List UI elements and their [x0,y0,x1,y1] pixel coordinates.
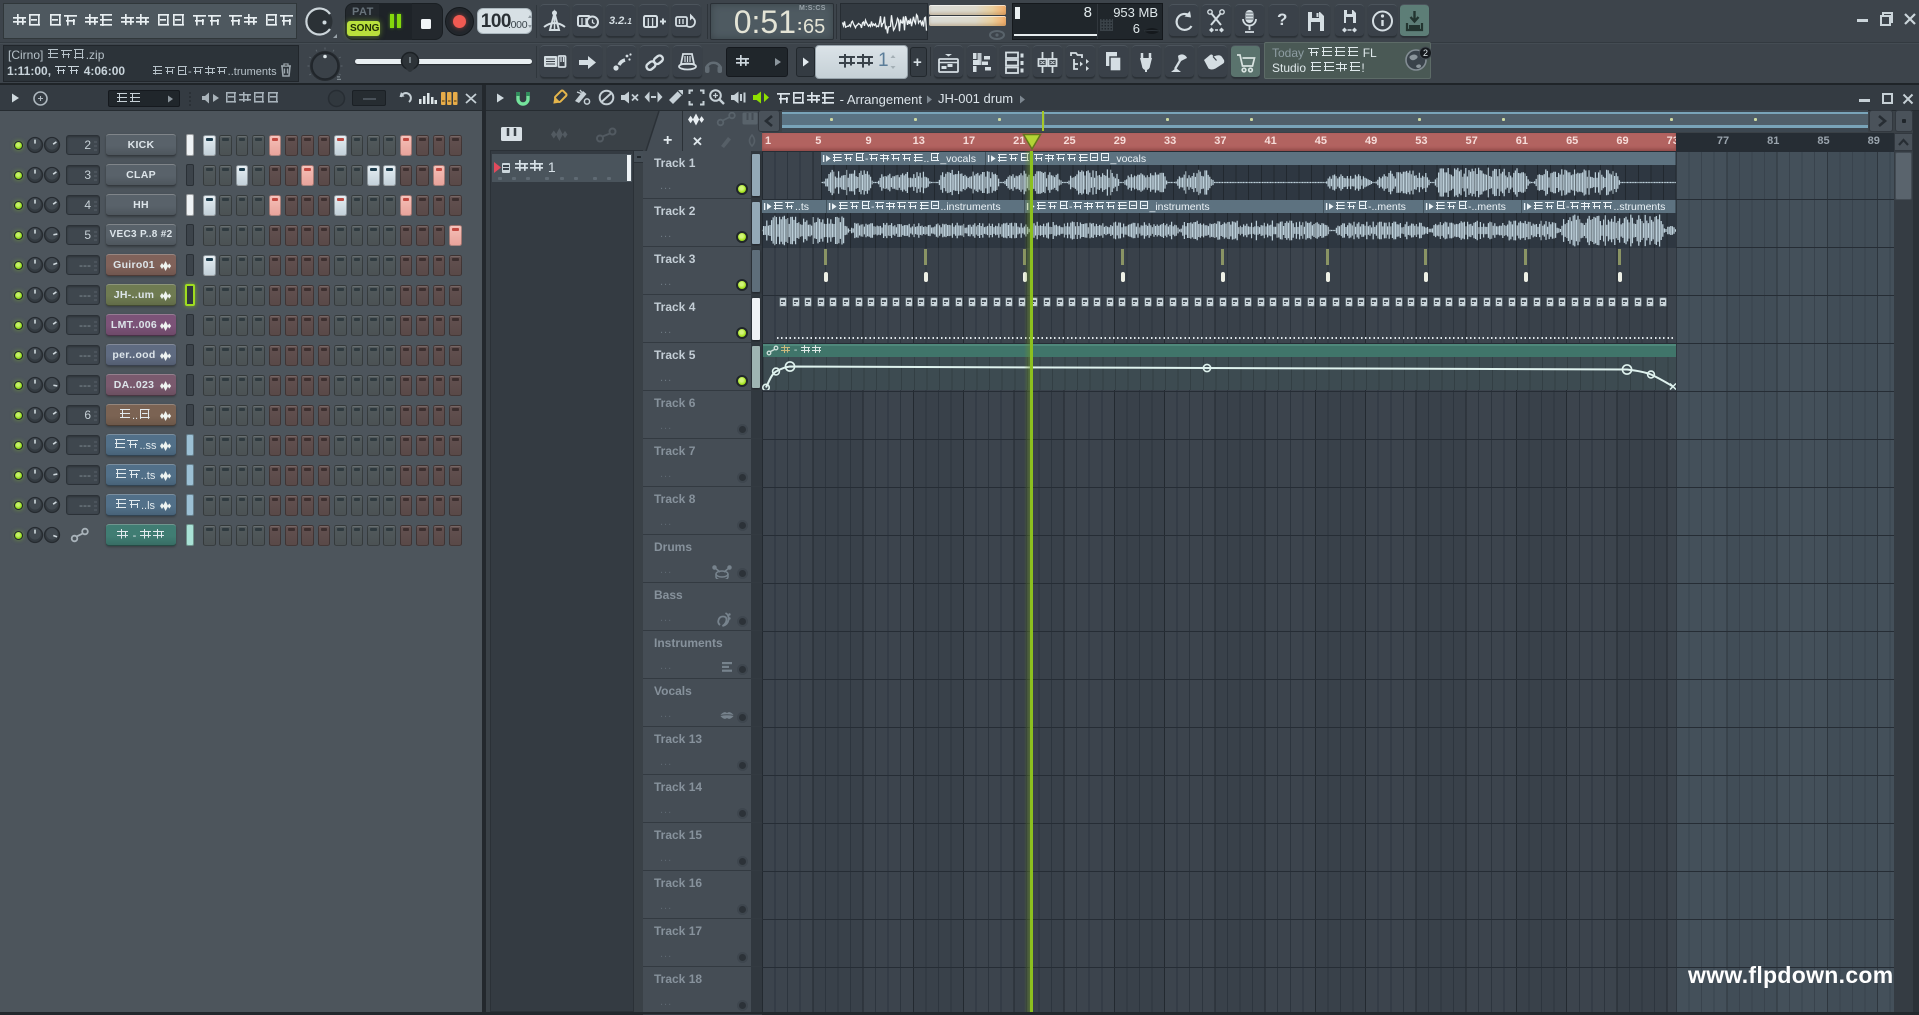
svg-text:2: 2 [1423,48,1428,58]
